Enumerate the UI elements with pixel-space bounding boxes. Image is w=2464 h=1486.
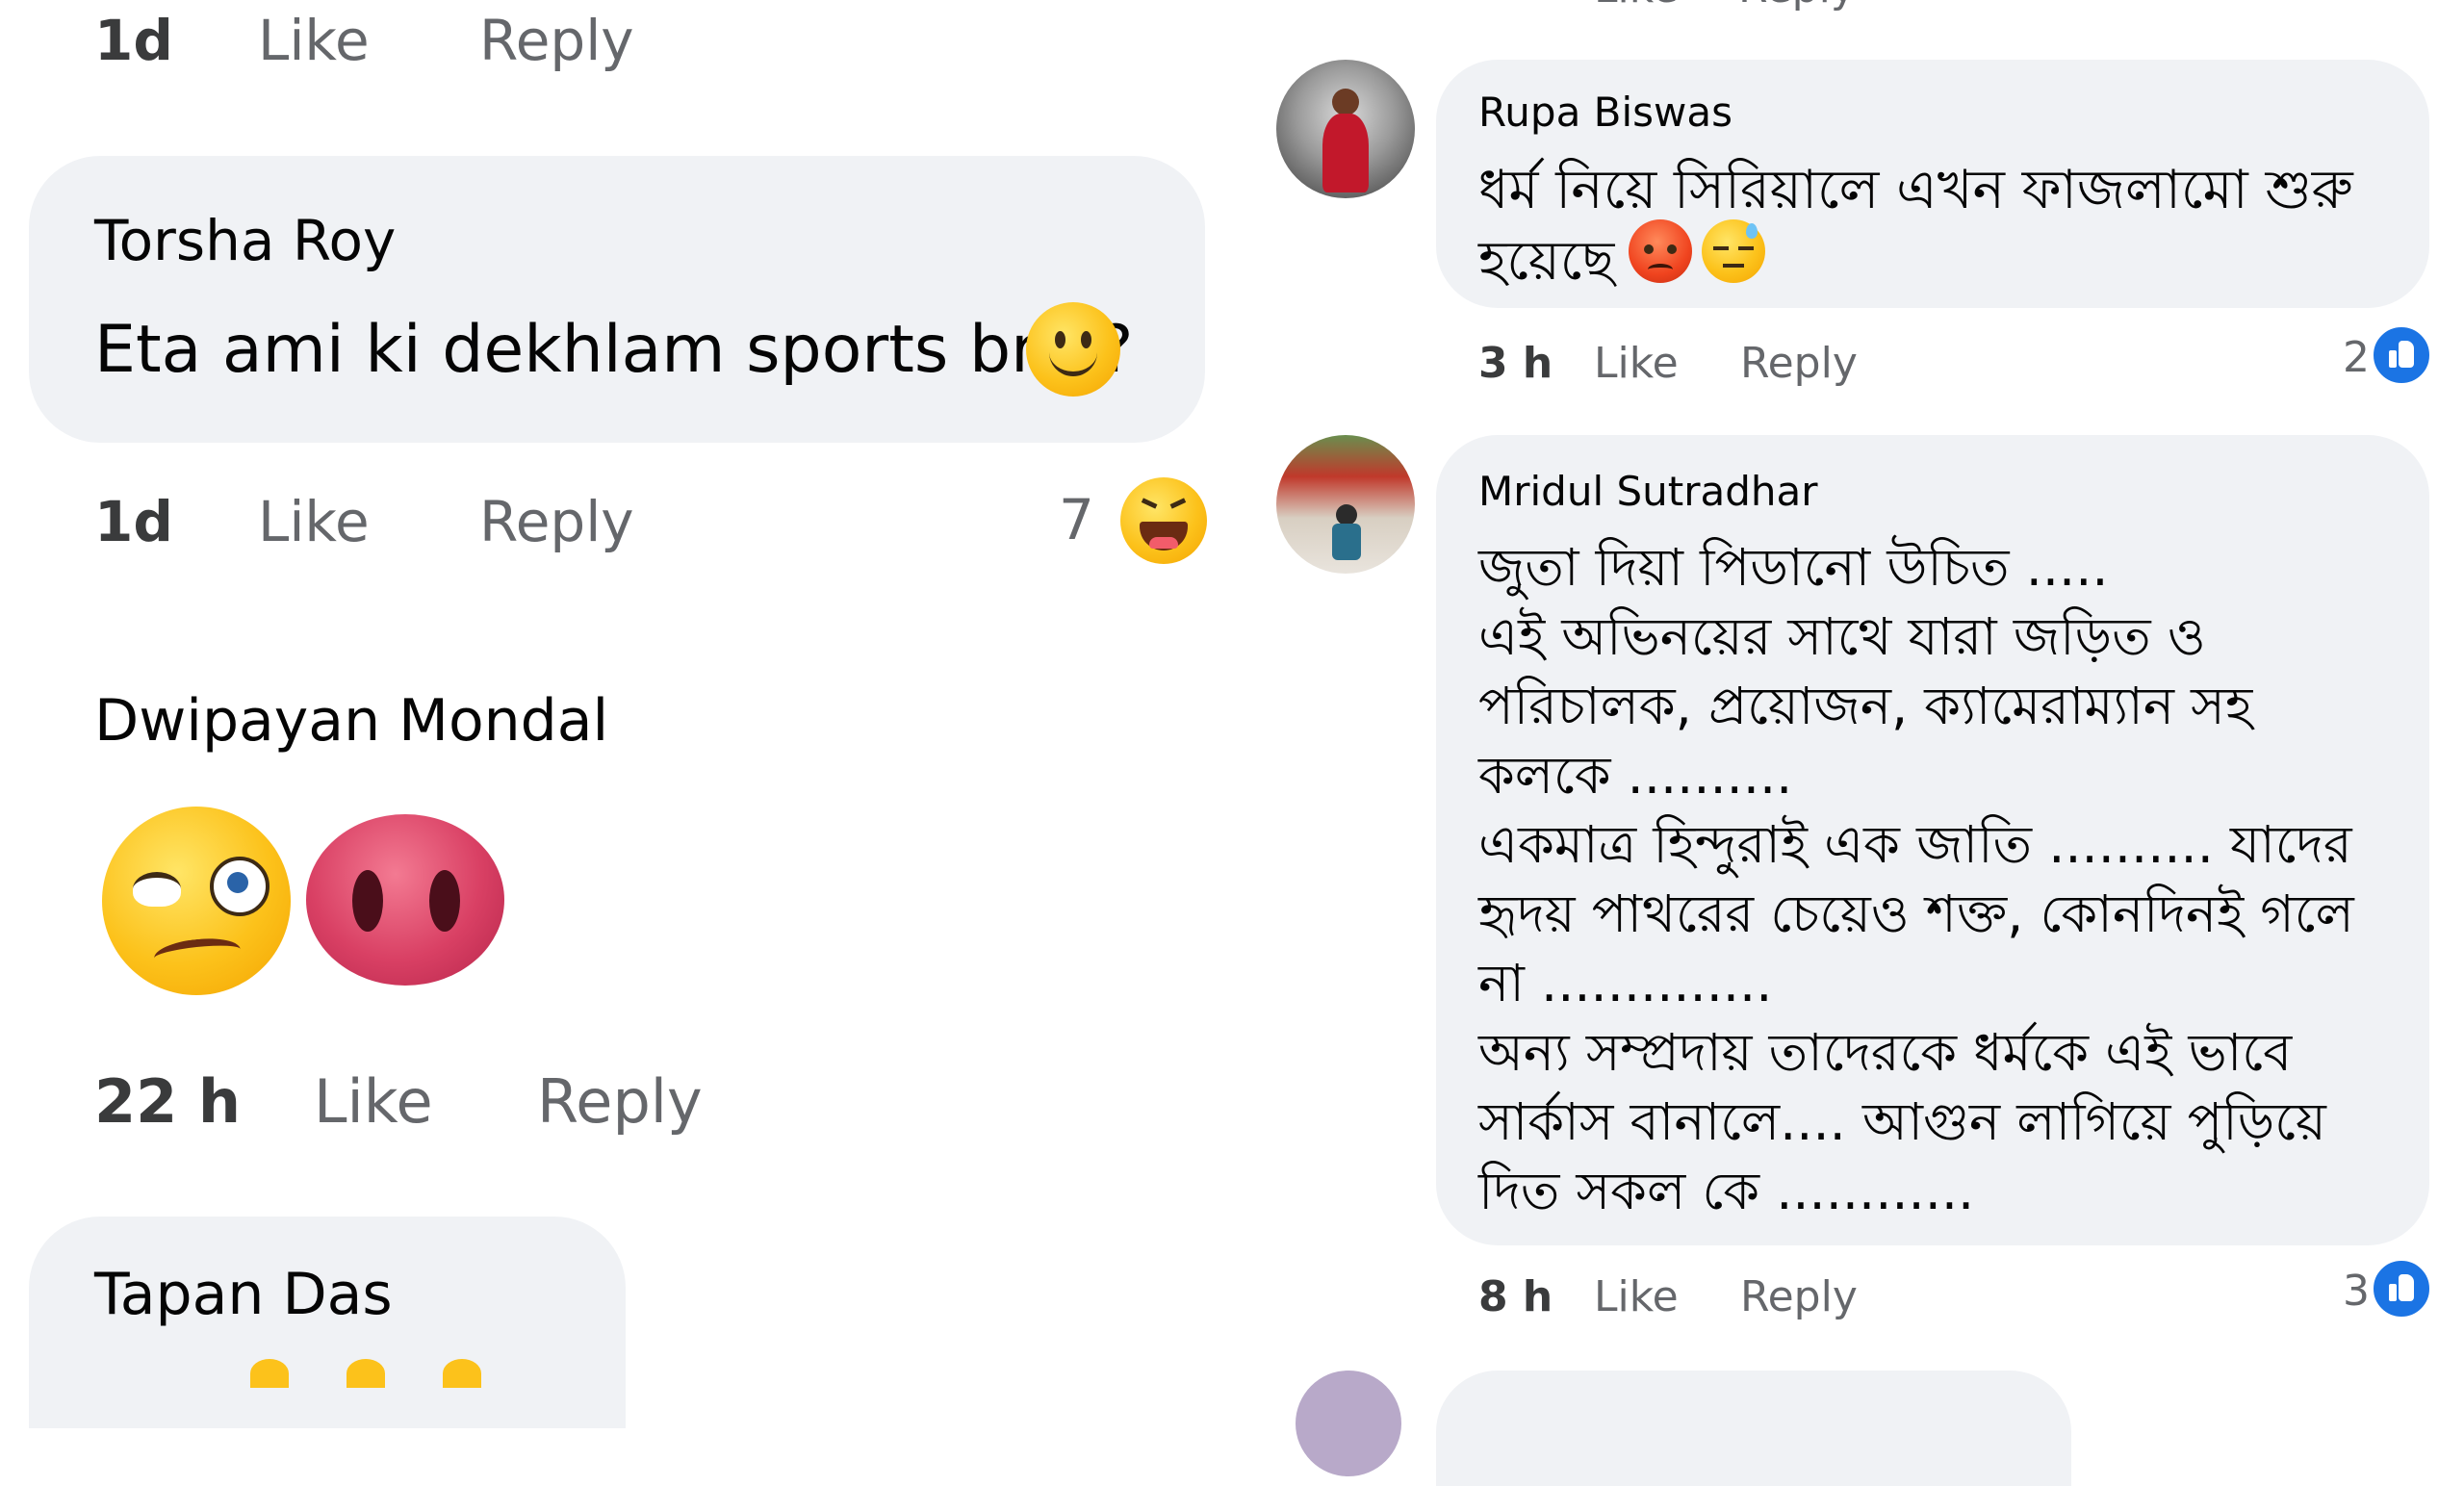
comment-bubble: Torsha Roy Eta ami ki dekhlam sports bra… xyxy=(29,156,1205,443)
comment-timestamp[interactable]: 8 h xyxy=(1478,1272,1553,1321)
comment-author[interactable]: Dwipayan Mondal xyxy=(94,687,608,755)
comment-author[interactable]: Mridul Sutradhar xyxy=(1478,468,1818,515)
reaction-summary[interactable]: 3 xyxy=(2329,1257,2435,1324)
reaction-summary[interactable]: 7 xyxy=(1059,477,1213,566)
sweat-face-icon xyxy=(1702,219,1765,283)
reaction-count: 7 xyxy=(1059,487,1094,552)
avatar[interactable] xyxy=(1276,60,1415,198)
like-link[interactable]: Like xyxy=(258,8,370,73)
comment-actions-previous: 1d Like Reply xyxy=(94,8,672,75)
comment-timestamp[interactable]: 1d xyxy=(94,489,173,554)
clapping-hands-icon xyxy=(443,1359,481,1388)
comment-author[interactable]: Tapan Das xyxy=(94,1261,393,1328)
comment-bubble: Rupa Biswas ধর্ম নিয়ে সিরিয়ালে এখন ফাজ… xyxy=(1436,60,2429,308)
clapping-hands-icon xyxy=(250,1359,289,1388)
comment-timestamp[interactable]: 1d xyxy=(94,8,173,73)
comment-text: Eta ami ki dekhlam sports bra ? xyxy=(94,312,1134,388)
reply-link[interactable]: Reply xyxy=(479,489,634,554)
comment-timestamp[interactable]: 22 h xyxy=(94,1066,241,1137)
angry-face-icon xyxy=(1629,219,1692,283)
like-link[interactable]: Like xyxy=(258,489,370,554)
comment-timestamp[interactable]: 3 h xyxy=(1478,339,1553,388)
comment-actions: 22 h Like Reply xyxy=(94,1066,768,1137)
comment-bubble: Mridul Sutradhar জুতা দিয়া পিডানো উচিত … xyxy=(1436,435,2429,1245)
comment-author[interactable]: Rupa Biswas xyxy=(1478,89,1732,136)
avatar[interactable] xyxy=(1296,1371,1401,1476)
reply-link[interactable]: Reply xyxy=(1740,339,1858,388)
slightly-smiling-face-icon xyxy=(1026,302,1120,397)
comment-actions: 8 h Like Reply xyxy=(1478,1272,2056,1324)
comment-text-line: হয়েছে xyxy=(1478,230,1615,293)
reply-link[interactable]: Reply xyxy=(1740,1272,1858,1321)
comment-author[interactable]: Torsha Roy xyxy=(94,208,396,273)
laughing-face-icon xyxy=(1120,477,1207,564)
like-icon xyxy=(2370,323,2433,387)
reaction-summary[interactable]: 2 xyxy=(2329,323,2435,391)
reply-link[interactable]: Reply xyxy=(479,8,634,73)
comment-actions: 1d Like Reply xyxy=(94,489,672,556)
comment-text-line: দিত সকল কে ............ xyxy=(1478,1161,1975,1221)
like-link[interactable]: Like xyxy=(314,1066,433,1137)
pig-nose-icon xyxy=(306,814,504,986)
clapping-hands-icon xyxy=(346,1359,385,1388)
comment-bubble xyxy=(1436,1371,2071,1486)
reaction-count: 3 xyxy=(2343,1267,2370,1316)
like-link[interactable]: Like xyxy=(1594,0,1679,13)
comment-bubble: Tapan Das xyxy=(29,1217,626,1428)
comment-actions: 3 h Like Reply xyxy=(1478,339,2056,391)
like-icon xyxy=(2370,1257,2433,1320)
like-link[interactable]: Like xyxy=(1594,339,1679,388)
reply-link[interactable]: Reply xyxy=(537,1066,703,1137)
comment-actions-previous: Like Reply xyxy=(1594,0,1979,13)
avatar[interactable] xyxy=(1276,435,1415,574)
reply-link[interactable]: Reply xyxy=(1738,0,1856,13)
like-link[interactable]: Like xyxy=(1594,1272,1679,1321)
reaction-count: 2 xyxy=(2343,333,2370,382)
woozy-face-icon xyxy=(102,807,291,995)
